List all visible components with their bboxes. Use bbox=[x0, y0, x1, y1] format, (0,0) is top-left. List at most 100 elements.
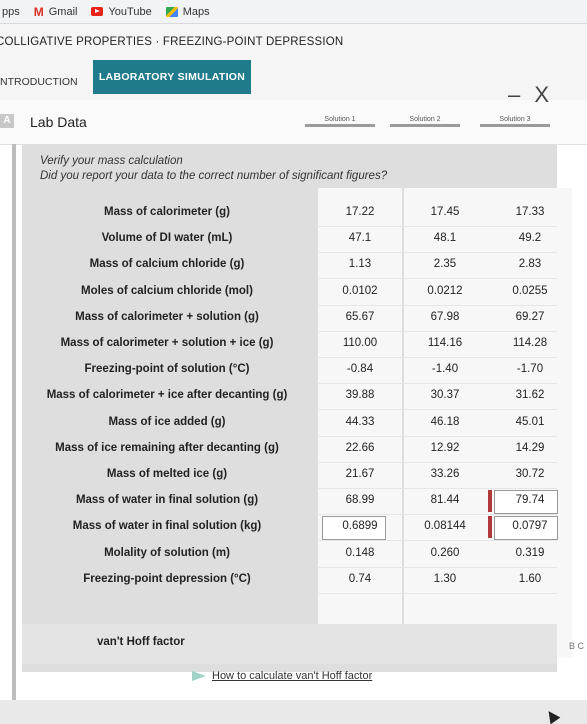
table-cell: -0.84 bbox=[346, 363, 374, 376]
row-label: Molality of solution (m) bbox=[104, 546, 230, 559]
table-cell: 0.319 bbox=[515, 546, 545, 559]
table-cell: 31.62 bbox=[515, 389, 545, 402]
panel-title: Lab Data bbox=[30, 114, 87, 130]
table-cell: 110.00 bbox=[342, 337, 378, 349]
table-cell: 0.0102 bbox=[342, 284, 378, 297]
table-cell: 2.35 bbox=[433, 258, 457, 271]
table-cell: 48.1 bbox=[433, 232, 457, 245]
table-cell: 12.92 bbox=[430, 441, 460, 454]
row-label: Mass of water in final solution (g) bbox=[75, 494, 259, 507]
bookmark-gmail-label: Gmail bbox=[48, 5, 78, 18]
table-cell[interactable]: 0.08144 bbox=[407, 520, 483, 532]
table-cell: 2.83 bbox=[518, 258, 542, 271]
verify-message: Verify your mass calculation Did you rep… bbox=[40, 154, 387, 184]
trial-header-2: Solution 2 bbox=[390, 116, 460, 127]
lab-data-icon: A bbox=[0, 114, 14, 128]
table-cell: 39.88 bbox=[345, 389, 375, 402]
table-cell: 67.98 bbox=[430, 310, 460, 323]
bookmark-gmail[interactable]: M Gmail bbox=[34, 5, 78, 19]
bookmark-youtube[interactable]: YouTube bbox=[91, 5, 152, 18]
bookmark-maps[interactable]: Maps bbox=[165, 5, 210, 18]
row-divider bbox=[317, 383, 557, 385]
row-divider bbox=[317, 461, 557, 463]
table-cell: 114.28 bbox=[512, 337, 548, 349]
trial-header-1: Solution 1 bbox=[305, 116, 375, 127]
row-divider bbox=[317, 278, 557, 280]
table-cell: 30.37 bbox=[430, 389, 460, 402]
table-cell: 14.29 bbox=[515, 441, 545, 454]
tab-laboratory-simulation[interactable]: LABORATORY SIMULATION bbox=[93, 60, 251, 94]
row-divider bbox=[317, 304, 557, 306]
table-cell: 45.01 bbox=[515, 415, 545, 428]
row-label: Mass of calorimeter (g) bbox=[104, 206, 230, 218]
table-cell: -1.70 bbox=[516, 363, 544, 376]
table-cell: 0.148 bbox=[345, 546, 375, 559]
tab-introduction[interactable]: NTRODUCTION bbox=[0, 76, 78, 88]
trial-header-3: Solution 3 bbox=[480, 116, 550, 127]
lab-data-panel: A Lab Data – X Solution 1 Solution 2 Sol… bbox=[0, 82, 587, 724]
row-label: Mass of ice remaining after decanting (g… bbox=[55, 441, 279, 454]
table-cell: 30.72 bbox=[515, 468, 545, 480]
table-cell: 69.27 bbox=[515, 310, 545, 323]
row-divider bbox=[317, 226, 557, 227]
left-indicator-bar bbox=[12, 144, 16, 700]
table-cell: 17.45 bbox=[430, 206, 460, 218]
data-table: Verify your mass calculation Did you rep… bbox=[22, 144, 572, 672]
table-cell: 1.13 bbox=[348, 258, 372, 271]
table-cell[interactable]: 68.99 bbox=[322, 494, 398, 506]
table-cell: 17.22 bbox=[345, 206, 375, 218]
table-cell: 0.260 bbox=[430, 546, 460, 559]
table-cell[interactable]: 0.0797 bbox=[492, 520, 568, 532]
tabs-row: NTRODUCTION LABORATORY SIMULATION bbox=[0, 60, 587, 101]
tab-laboratory-simulation-label: LABORATORY SIMULATION bbox=[98, 71, 246, 83]
panel-header: A Lab Data – X Solution 1 Solution 2 Sol… bbox=[0, 82, 587, 145]
row-divider bbox=[317, 357, 557, 358]
table-cell: 22.66 bbox=[345, 441, 375, 454]
gmail-icon: M bbox=[33, 4, 44, 19]
table-cell: 33.26 bbox=[430, 468, 460, 480]
youtube-icon bbox=[91, 7, 104, 16]
bookmark-youtube-label: YouTube bbox=[108, 5, 152, 18]
row-label: Freezing-point of solution (°C) bbox=[84, 363, 250, 376]
play-icon bbox=[192, 671, 206, 681]
howto-link-label: How to calculate van't Hoff factor bbox=[212, 670, 373, 682]
table-cell: 46.18 bbox=[430, 415, 460, 428]
table-cell: 1.30 bbox=[433, 572, 457, 585]
row-label: Mass of calorimeter + ice after decantin… bbox=[46, 389, 288, 402]
howto-link[interactable]: How to calculate van't Hoff factor bbox=[192, 670, 372, 682]
table-cell: 44.33 bbox=[345, 415, 375, 428]
verify-line-2: Did you report your data to the correct … bbox=[40, 170, 388, 182]
row-divider bbox=[317, 592, 557, 594]
row-divider bbox=[317, 435, 557, 437]
edge-text: B C bbox=[569, 641, 585, 651]
window-controls[interactable]: – X bbox=[508, 82, 553, 108]
row-label: Moles of calcium chloride (mol) bbox=[81, 284, 253, 297]
bookmark-apps-label: pps bbox=[2, 5, 20, 18]
table-cell: 0.74 bbox=[348, 572, 372, 585]
verify-line-1: Verify your mass calculation bbox=[40, 155, 183, 167]
row-label: Volume of DI water (mL) bbox=[101, 232, 233, 245]
app-header: COLLIGATIVE PROPERTIES · FREEZING-POINT … bbox=[0, 24, 587, 60]
table-cell: 0.0255 bbox=[512, 284, 548, 297]
cursor-icon bbox=[543, 707, 561, 724]
row-divider bbox=[317, 409, 557, 411]
row-label: Mass of calorimeter + solution + ice (g) bbox=[60, 337, 274, 349]
bookmark-maps-label: Maps bbox=[182, 5, 210, 18]
bookmarks-bar: pps M Gmail YouTube Maps bbox=[0, 0, 587, 24]
table-cell[interactable]: 81.44 bbox=[407, 494, 483, 506]
row-divider bbox=[317, 540, 557, 542]
table-cell: 1.60 bbox=[518, 572, 542, 585]
table-cell[interactable]: 79.74 bbox=[492, 494, 568, 506]
maps-icon bbox=[165, 6, 178, 17]
bookmark-apps[interactable]: pps bbox=[2, 6, 20, 18]
table-cell[interactable]: 0.6899 bbox=[322, 520, 398, 532]
row-label: Mass of calorimeter + solution (g) bbox=[75, 310, 259, 323]
table-cell: 65.67 bbox=[345, 310, 375, 323]
table-cell: 21.67 bbox=[345, 468, 375, 480]
table-cell: 0.0212 bbox=[427, 284, 463, 297]
row-label: Mass of water in final solution (kg) bbox=[72, 520, 262, 533]
table-cell: -1.40 bbox=[431, 363, 459, 376]
row-divider bbox=[317, 566, 557, 568]
vant-hoff-label: van't Hoff factor bbox=[97, 636, 185, 648]
table-cell: 17.33 bbox=[515, 206, 545, 218]
